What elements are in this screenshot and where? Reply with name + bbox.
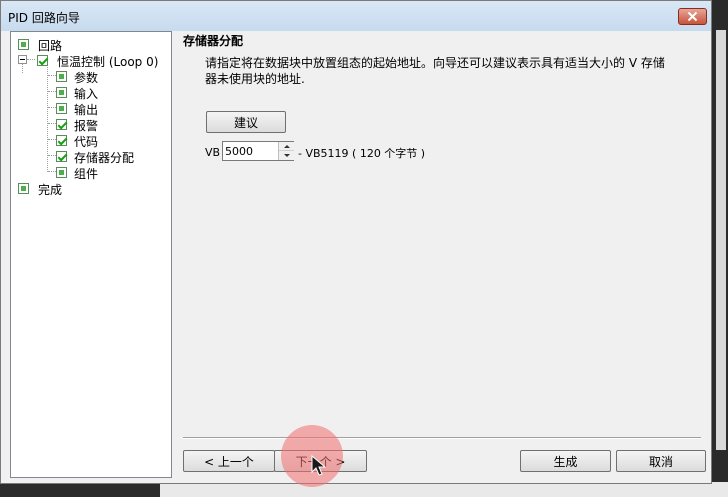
prev-button[interactable]: < 上一个 [183,450,275,472]
checkbox-icon [56,87,67,98]
stepper-up-button[interactable] [279,142,294,151]
checkbox-icon [18,183,29,194]
address-range-text: - VB5119 ( 120 个字节 ) [298,147,426,160]
tree-item-label: 存储器分配 [74,151,135,165]
tree-item-label: 代码 [74,135,99,149]
chevron-down-icon [283,154,290,157]
checkbox-checked-icon [56,151,67,162]
checkbox-icon [56,167,67,178]
page-title: 存储器分配 [183,34,244,48]
close-button[interactable] [678,8,707,25]
checkbox-checked-icon [37,55,48,66]
vb-address-stepper[interactable] [222,141,294,161]
vb-address-input[interactable] [223,142,275,160]
checkbox-icon [56,71,67,82]
checkbox-icon [18,39,29,50]
tree-item-label: 组件 [74,167,99,181]
divider [183,437,701,439]
close-icon [687,11,698,22]
cancel-button[interactable]: 取消 [616,450,706,472]
tree-item-label: 完成 [38,183,63,197]
vb-prefix-label: VB [205,146,221,159]
tree-item-label: 恒温控制 (Loop 0) [57,55,159,69]
tree-item-label: 输出 [74,103,99,117]
tree-connector [22,63,23,73]
page-description: 请指定将在数据块中放置组态的起始地址。向导还可以建议表示具有适当大小的 V 存储… [205,56,665,86]
title-bar[interactable]: PID 回路向导 [1,1,711,31]
checkbox-icon [56,103,67,114]
tree-item-label: 参数 [74,71,99,85]
checkbox-checked-icon [56,135,67,146]
tree-connector [27,59,35,60]
collapse-icon[interactable] [18,55,27,64]
generate-button[interactable]: 生成 [520,450,611,472]
tree-item-label: 输入 [74,87,99,101]
pid-wizard-window: PID 回路向导 回路 恒温控制 (Loop 0) 参数 输入 输出 报警 代码… [0,0,712,484]
wizard-step-tree: 回路 恒温控制 (Loop 0) 参数 输入 输出 报警 代码 存储器分配 组件… [10,31,172,478]
checkbox-checked-icon [56,119,67,130]
tree-item-label: 回路 [38,39,63,53]
tree-item-label: 报警 [74,119,99,133]
stepper-down-button[interactable] [279,151,294,160]
window-title: PID 回路向导 [8,11,80,25]
stepper-buttons [278,142,294,160]
wizard-content: 存储器分配 请指定将在数据块中放置组态的起始地址。向导还可以建议表示具有适当大小… [175,31,708,478]
suggest-button[interactable]: 建议 [206,111,286,133]
mouse-pointer-icon [311,455,327,476]
chevron-up-icon [283,144,290,148]
